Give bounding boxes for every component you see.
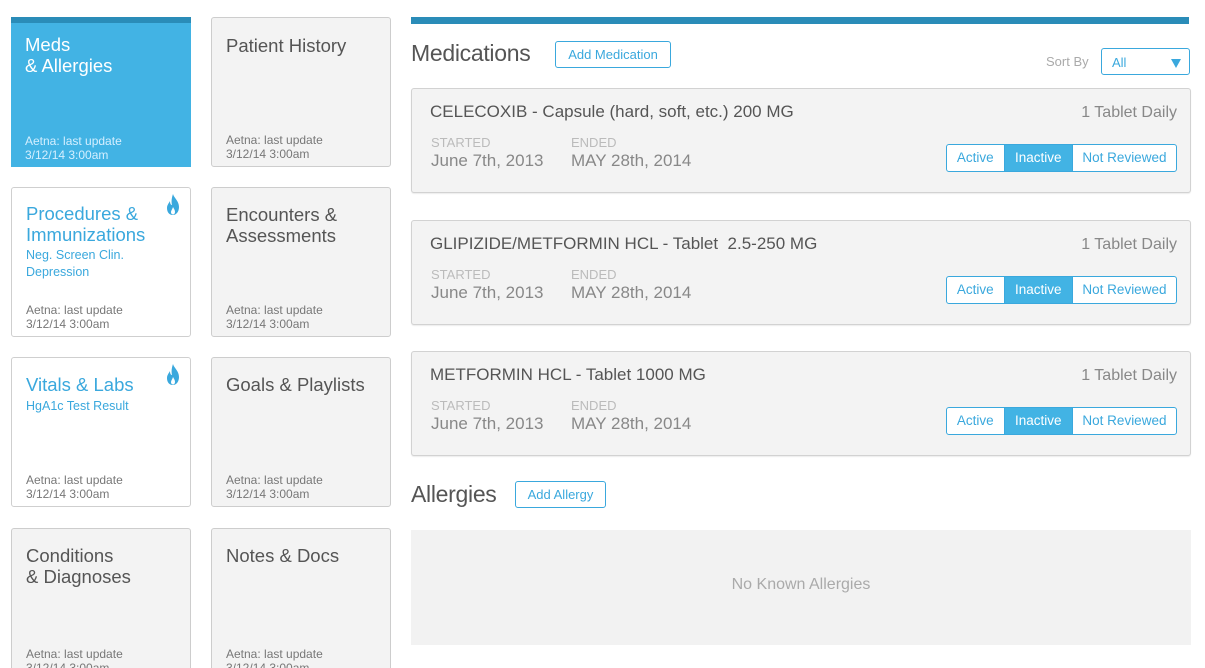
tile-patient-history[interactable]: Patient History Aetna: last update 3/12/… [211, 17, 391, 167]
medication-card: CELECOXIB - Capsule (hard, soft, etc.) 2… [411, 88, 1191, 193]
add-medication-button[interactable]: Add Medication [555, 41, 671, 68]
allergies-panel: No Known Allergies [411, 530, 1191, 645]
medication-name: METFORMIN HCL - Tablet 1000 MG [430, 365, 706, 384]
tile-title: Meds & Allergies [25, 34, 113, 76]
started-date: June 7th, 2013 [431, 151, 544, 170]
status-toggle: Active Inactive Not Reviewed [946, 144, 1177, 172]
status-active-button[interactable]: Active [947, 277, 1004, 303]
sort-by-label: Sort By [1046, 54, 1089, 69]
medication-name: GLIPIZIDE/METFORMIN HCL - Tablet 2.5-250… [430, 234, 818, 253]
tile-title: Goals & Playlists [226, 374, 365, 395]
tile-last-update: Aetna: last update 3/12/14 3:00am [226, 133, 323, 161]
tile-subtitle: Neg. Screen Clin. Depression [26, 248, 124, 279]
tile-last-update: Aetna: last update 3/12/14 3:00am [226, 647, 323, 668]
ended-label: ENDED [571, 398, 617, 413]
flame-icon [167, 194, 179, 215]
status-not-reviewed-button[interactable]: Not Reviewed [1071, 145, 1176, 171]
tile-vitals-labs[interactable]: Vitals & Labs HgA1c Test Result Aetna: l… [11, 357, 191, 507]
medication-card: GLIPIZIDE/METFORMIN HCL - Tablet 2.5-250… [411, 220, 1191, 325]
ended-label: ENDED [571, 135, 617, 150]
chevron-down-icon [1171, 59, 1181, 68]
status-toggle: Active Inactive Not Reviewed [946, 407, 1177, 435]
status-inactive-button[interactable]: Inactive [1003, 408, 1072, 434]
tile-title: Vitals & Labs [26, 374, 134, 395]
status-inactive-button[interactable]: Inactive [1003, 277, 1072, 303]
tile-last-update: Aetna: last update 3/12/14 3:00am [26, 473, 123, 501]
tile-title: Patient History [226, 35, 347, 56]
started-label: STARTED [431, 398, 491, 413]
tile-notes-docs[interactable]: Notes & Docs Aetna: last update 3/12/14 … [211, 528, 391, 668]
tile-last-update: Aetna: last update 3/12/14 3:00am [26, 303, 123, 331]
ended-date: MAY 28th, 2014 [571, 151, 692, 170]
ended-date: MAY 28th, 2014 [571, 283, 692, 302]
no-allergies-message: No Known Allergies [731, 576, 871, 593]
section-accent-bar [411, 17, 1189, 24]
tile-conditions-diagnoses[interactable]: Conditions & Diagnoses Aetna: last updat… [11, 528, 191, 668]
medications-title: Medications [411, 40, 531, 66]
sort-by-value: All [1112, 55, 1127, 70]
started-date: June 7th, 2013 [431, 414, 544, 433]
medication-dose: 1 Tablet Daily [1081, 104, 1177, 121]
medication-name: CELECOXIB - Capsule (hard, soft, etc.) 2… [430, 102, 794, 121]
status-not-reviewed-button[interactable]: Not Reviewed [1071, 277, 1176, 303]
status-not-reviewed-button[interactable]: Not Reviewed [1071, 408, 1176, 434]
status-inactive-button[interactable]: Inactive [1003, 145, 1072, 171]
allergies-title: Allergies [411, 481, 497, 507]
status-active-button[interactable]: Active [947, 408, 1004, 434]
tile-title: Procedures & Immunizations [26, 203, 146, 245]
tile-last-update: Aetna: last update 3/12/14 3:00am [226, 303, 323, 331]
tile-subtitle: HgA1c Test Result [26, 399, 129, 413]
medication-dose: 1 Tablet Daily [1081, 367, 1177, 384]
tile-meds-allergies[interactable]: Meds & Allergies Aetna: last update 3/12… [11, 17, 191, 167]
started-label: STARTED [431, 267, 491, 282]
medication-dose: 1 Tablet Daily [1081, 236, 1177, 253]
tile-last-update: Aetna: last update 3/12/14 3:00am [25, 134, 122, 162]
status-active-button[interactable]: Active [947, 145, 1004, 171]
tile-last-update: Aetna: last update 3/12/14 3:00am [226, 473, 323, 501]
medication-card: METFORMIN HCL - Tablet 1000 MG 1 Tablet … [411, 351, 1191, 456]
started-label: STARTED [431, 135, 491, 150]
tile-title: Conditions & Diagnoses [26, 545, 131, 587]
tile-last-update: Aetna: last update 3/12/14 3:00am [26, 647, 123, 668]
tile-encounters-assessments[interactable]: Encounters & Assessments Aetna: last upd… [211, 187, 391, 337]
ended-label: ENDED [571, 267, 617, 282]
tile-procedures-immunizations[interactable]: Procedures & Immunizations Neg. Screen C… [11, 187, 191, 337]
add-allergy-button[interactable]: Add Allergy [515, 481, 606, 508]
started-date: June 7th, 2013 [431, 283, 544, 302]
status-toggle: Active Inactive Not Reviewed [946, 276, 1177, 304]
flame-icon [167, 364, 179, 385]
tile-title: Notes & Docs [226, 545, 340, 566]
sort-by-select[interactable]: All [1101, 48, 1190, 75]
ended-date: MAY 28th, 2014 [571, 414, 692, 433]
tile-goals-playlists[interactable]: Goals & Playlists Aetna: last update 3/1… [211, 357, 391, 507]
tile-title: Encounters & Assessments [226, 204, 338, 246]
